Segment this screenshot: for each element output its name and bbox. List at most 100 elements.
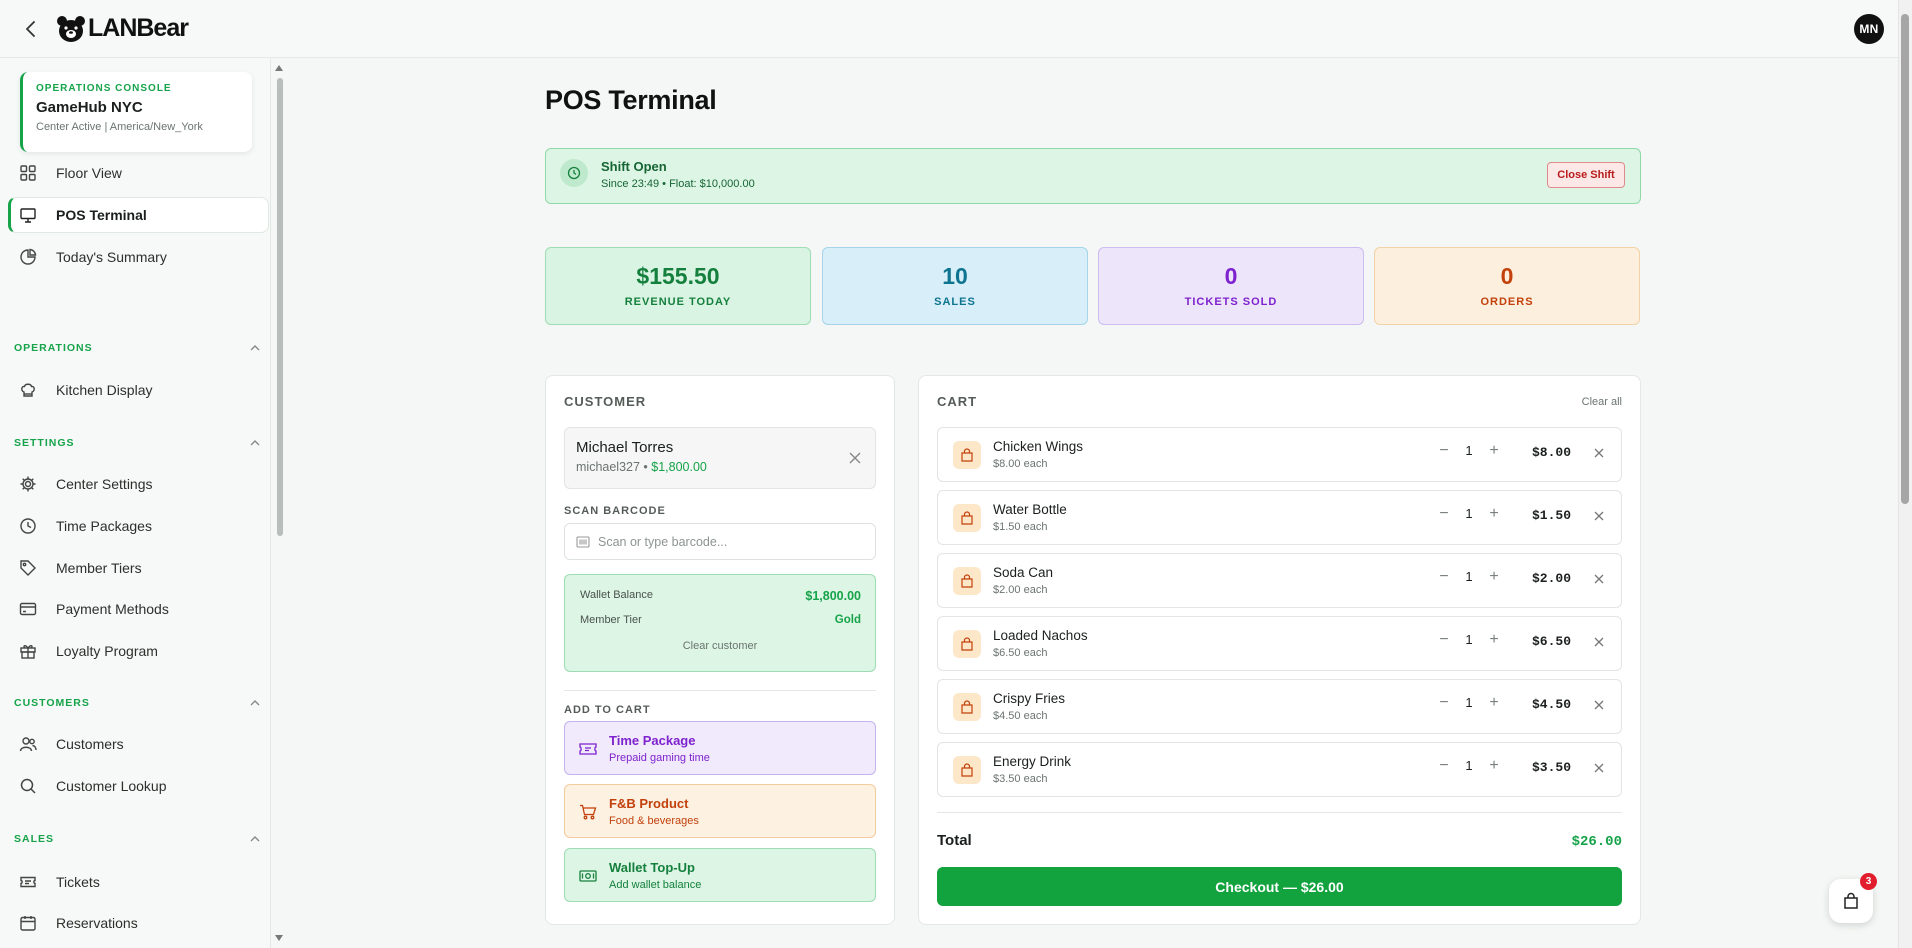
increase-qty-button[interactable]: + [1484, 631, 1504, 655]
sidebar-item-label: Today's Summary [56, 249, 167, 265]
item-name: Energy Drink [993, 754, 1072, 769]
item-qty: 1 [1465, 569, 1473, 584]
section-title: OPERATIONS [14, 342, 93, 354]
item-qty: 1 [1465, 632, 1473, 647]
sidebar-item-customers[interactable]: Customers [8, 726, 269, 762]
main-content: POS Terminal Shift Open Since 23:49 • Fl… [286, 58, 1898, 948]
item-total: $2.00 [1531, 571, 1571, 586]
app-logo[interactable]: LANBear [56, 14, 189, 43]
decrease-qty-button[interactable]: − [1434, 757, 1454, 781]
sidebar-item-time-packages[interactable]: Time Packages [8, 508, 269, 544]
option-title: Wallet Top-Up [609, 860, 695, 875]
increase-qty-button[interactable]: + [1484, 442, 1504, 466]
cart-item: Loaded Nachos $6.50 each − 1 + $6.50 [937, 616, 1622, 671]
stat-label: SALES [934, 296, 976, 308]
remove-item-icon[interactable] [1593, 510, 1605, 522]
decrease-qty-button[interactable]: − [1434, 505, 1454, 529]
stat-value: $155.50 [636, 263, 720, 289]
sidebar-item-label: Reservations [56, 915, 138, 931]
increase-qty-button[interactable]: + [1484, 568, 1504, 592]
sidebar-item-pos-terminal[interactable]: POS Terminal [8, 197, 269, 233]
option-subtitle: Add wallet balance [609, 879, 702, 891]
app-name: LANBear [88, 14, 189, 42]
barcode-field[interactable] [564, 523, 876, 560]
total-value: $26.00 [1571, 834, 1622, 850]
grid-icon [18, 163, 38, 183]
sidebar-item-payment-methods[interactable]: Payment Methods [8, 591, 269, 627]
remove-item-icon[interactable] [1593, 447, 1605, 459]
item-total: $6.50 [1531, 634, 1571, 649]
section-sales[interactable]: SALES [14, 830, 260, 848]
gear-icon [18, 474, 38, 494]
item-unit-price: $2.00 each [993, 584, 1048, 596]
wallet-summary: Wallet Balance $1,800.00 Member Tier Gol… [564, 574, 876, 672]
scroll-up-arrow-icon[interactable] [274, 64, 284, 72]
sidebar-scroll-thumb[interactable] [277, 78, 283, 536]
item-name: Water Bottle [993, 502, 1067, 517]
sidebar-item-kitchen-display[interactable]: Kitchen Display [8, 372, 269, 408]
item-total: $4.50 [1531, 697, 1571, 712]
section-customers[interactable]: CUSTOMERS [14, 694, 260, 712]
increase-qty-button[interactable]: + [1484, 505, 1504, 529]
decrease-qty-button[interactable]: − [1434, 568, 1454, 592]
add-wallet-topup-button[interactable]: Wallet Top-Up Add wallet balance [564, 848, 876, 902]
close-shift-button[interactable]: Close Shift [1547, 162, 1625, 188]
increase-qty-button[interactable]: + [1484, 757, 1504, 781]
checkout-button[interactable]: Checkout — $26.00 [937, 867, 1622, 906]
decrease-qty-button[interactable]: − [1434, 631, 1454, 655]
bear-logo-icon [57, 15, 85, 42]
remove-customer-icon[interactable] [847, 450, 863, 466]
wallet-balance-row: Wallet Balance $1,800.00 [580, 589, 861, 603]
remove-item-icon[interactable] [1593, 636, 1605, 648]
sidebar-item-member-tiers[interactable]: Member Tiers [8, 550, 269, 586]
add-fnb-product-button[interactable]: F&B Product Food & beverages [564, 784, 876, 838]
sidebar-item-loyalty-program[interactable]: Loyalty Program [8, 633, 269, 669]
sidebar-item-center-settings[interactable]: Center Settings [8, 466, 269, 502]
user-avatar[interactable]: MN [1854, 14, 1884, 44]
barcode-input[interactable] [598, 524, 868, 559]
scroll-down-arrow-icon[interactable] [274, 934, 284, 942]
increase-qty-button[interactable]: + [1484, 694, 1504, 718]
bag-icon [953, 756, 981, 784]
cart-panel: CART Clear all Chicken Wings $8.00 each … [918, 375, 1641, 925]
chef-hat-icon [18, 380, 38, 400]
sidebar-item-customer-lookup[interactable]: Customer Lookup [8, 768, 269, 804]
stat-value: 0 [1224, 263, 1238, 289]
window-scroll-thumb[interactable] [1901, 14, 1909, 504]
remove-item-icon[interactable] [1593, 762, 1605, 774]
chevron-up-icon [250, 836, 260, 842]
decrease-qty-button[interactable]: − [1434, 442, 1454, 466]
section-operations[interactable]: OPERATIONS [14, 339, 260, 357]
sidebar-item-label: Tickets [56, 874, 100, 890]
remove-item-icon[interactable] [1593, 573, 1605, 585]
ops-kicker: OPERATIONS CONSOLE [36, 83, 172, 94]
clear-customer-link[interactable]: Clear customer [565, 640, 875, 652]
stat-label: REVENUE TODAY [624, 296, 732, 308]
tag-icon [18, 558, 38, 578]
section-title: SALES [14, 833, 55, 845]
stat-sales: 10 SALES [822, 247, 1088, 325]
selected-customer[interactable]: Michael Torres michael327 • $1,800.00 [564, 427, 876, 489]
sidebar: OPERATIONS CONSOLE GameHub NYC Center Ac… [0, 58, 271, 948]
sidebar-item-reservations[interactable]: Reservations [8, 905, 269, 941]
search-icon [18, 776, 38, 796]
operations-console-card[interactable]: OPERATIONS CONSOLE GameHub NYC Center Ac… [20, 72, 252, 152]
stat-label: ORDERS [1480, 296, 1534, 308]
back-arrow-icon[interactable] [20, 18, 42, 40]
sidebar-item-label: Customers [56, 736, 124, 752]
chevron-up-icon [250, 440, 260, 446]
sidebar-item-label: Customer Lookup [56, 778, 167, 794]
section-settings[interactable]: SETTINGS [14, 434, 260, 452]
remove-item-icon[interactable] [1593, 699, 1605, 711]
sidebar-item-floor-view[interactable]: Floor View [8, 155, 269, 191]
clear-all-button[interactable]: Clear all [1582, 396, 1622, 408]
pie-chart-icon [18, 247, 38, 267]
decrease-qty-button[interactable]: − [1434, 694, 1454, 718]
chevron-up-icon [250, 345, 260, 351]
stat-value: 0 [1500, 263, 1514, 289]
wallet-balance-label: Wallet Balance [580, 589, 653, 601]
sidebar-item-todays-summary[interactable]: Today's Summary [8, 239, 269, 275]
sidebar-item-tickets[interactable]: Tickets [8, 864, 269, 900]
add-time-package-button[interactable]: Time Package Prepaid gaming time [564, 721, 876, 775]
stat-value: 10 [942, 263, 968, 289]
